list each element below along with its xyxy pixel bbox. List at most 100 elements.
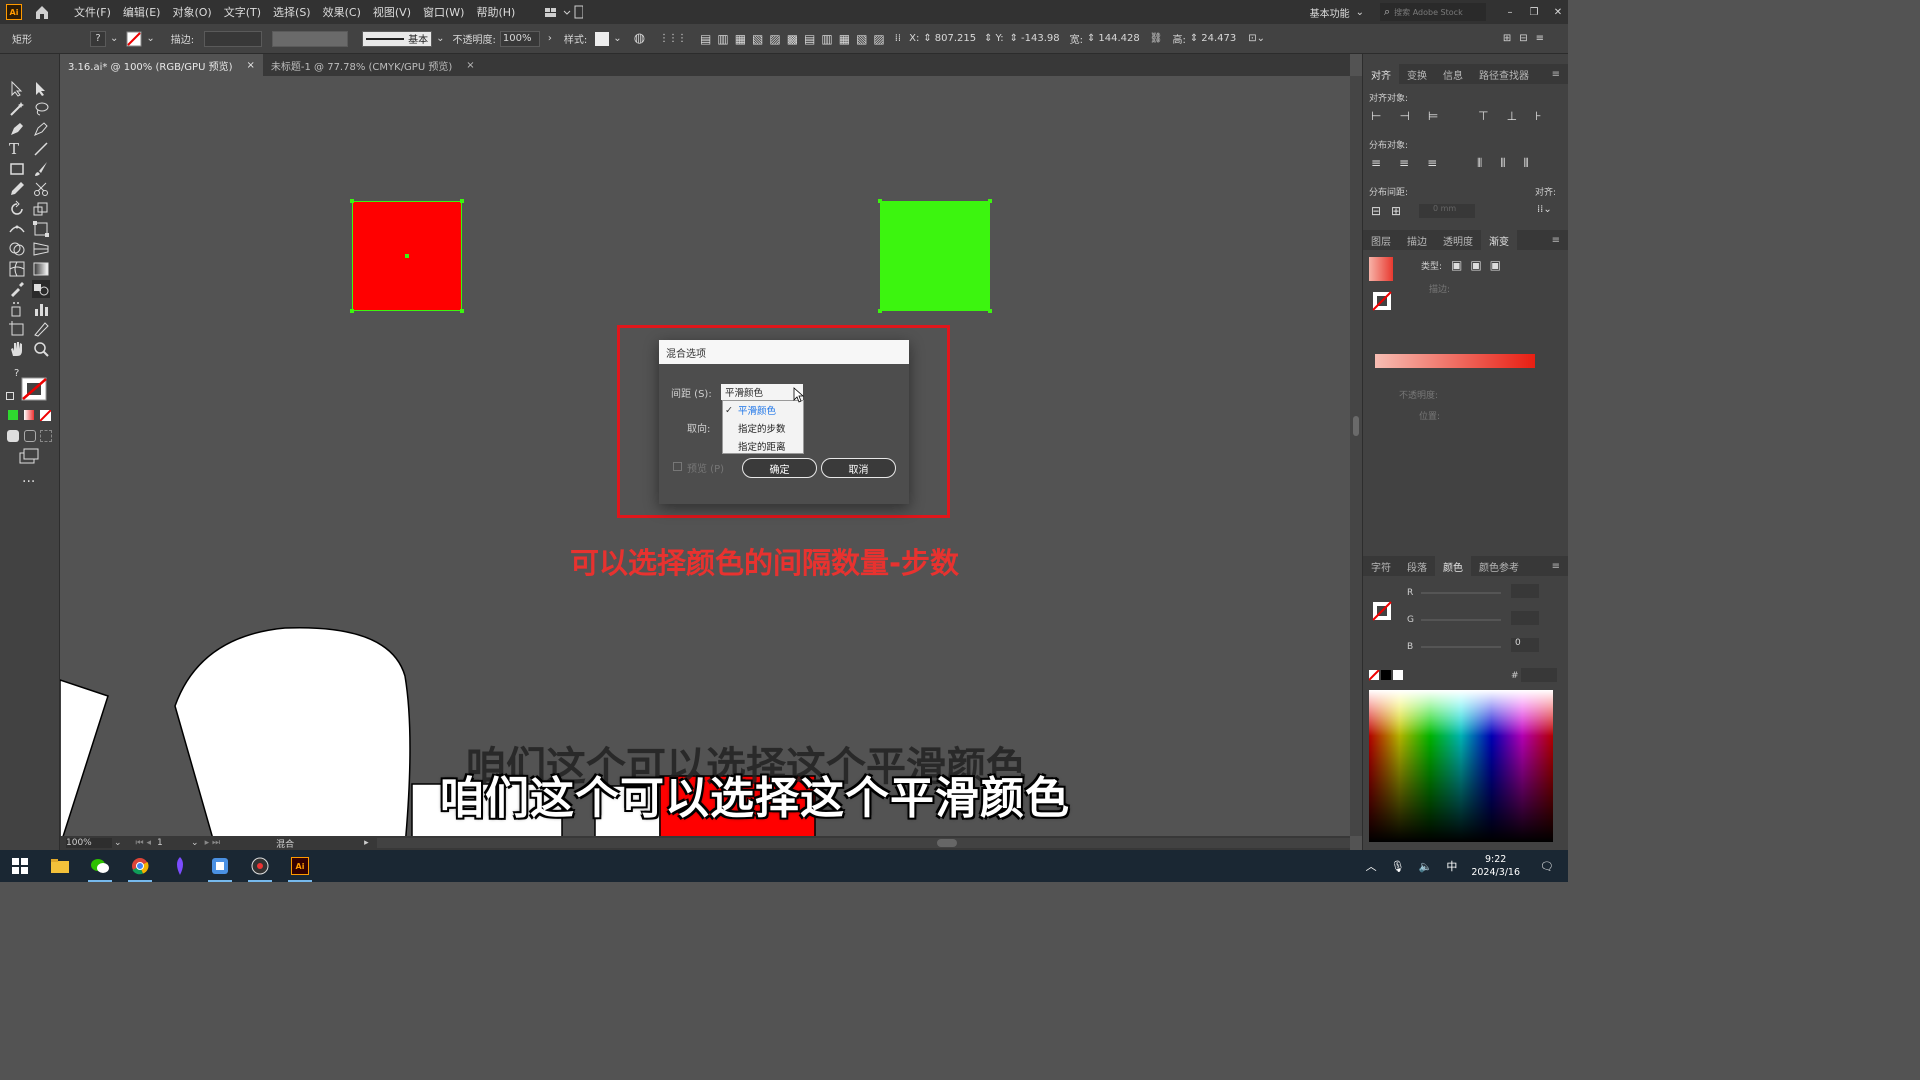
illustrator-taskbar-icon[interactable]: Ai — [280, 850, 320, 882]
selection-handle[interactable] — [878, 309, 882, 313]
line-tool-icon[interactable] — [32, 140, 50, 158]
rectangle-tool-icon[interactable] — [8, 160, 26, 178]
panel-menu-icon[interactable]: ≡ — [1544, 556, 1568, 576]
free-transform-tool-icon[interactable] — [32, 220, 50, 238]
spacing-select[interactable]: 平滑颜色 — [721, 384, 803, 400]
stepper-icon[interactable]: ⇕ — [1190, 33, 1198, 44]
pencil-tool-icon[interactable] — [8, 180, 26, 198]
panel-options-icons[interactable]: ⊞⊟≡ — [1503, 33, 1552, 44]
minimize-icon[interactable]: – — [1500, 7, 1520, 18]
artboard-number[interactable]: 1 — [157, 838, 191, 848]
more-tools-icon[interactable]: ··· — [22, 474, 35, 490]
ok-button[interactable]: 确定 — [742, 458, 817, 478]
align-buttons[interactable]: ▤▥▦▧▨▩▤▥▦▧▨ — [700, 32, 891, 46]
width-tool-icon[interactable] — [8, 220, 26, 238]
gradient-mode-icon[interactable] — [24, 410, 34, 420]
perspective-grid-tool-icon[interactable] — [32, 240, 50, 258]
ime-indicator[interactable]: 中 — [1446, 858, 1457, 874]
gradient-stroke-swatch-icon[interactable] — [1371, 290, 1393, 312]
hand-tool-icon[interactable] — [8, 340, 26, 358]
artboard-tool-icon[interactable] — [8, 320, 26, 338]
tab-align[interactable]: 对齐 — [1363, 64, 1399, 84]
close-icon[interactable]: ✕ — [1548, 7, 1568, 18]
none-mode-icon[interactable] — [40, 410, 51, 421]
graphic-style-swatch[interactable] — [595, 31, 610, 46]
preview-checkbox[interactable] — [673, 462, 682, 471]
start-icon[interactable] — [0, 850, 40, 882]
constrain-link-icon[interactable]: ⛓ — [1150, 33, 1163, 44]
draw-inside-icon[interactable] — [40, 430, 52, 442]
stepper-icon[interactable]: ⇕ — [1087, 33, 1095, 44]
selection-handle[interactable] — [460, 199, 464, 203]
channel-g-slider[interactable] — [1421, 619, 1501, 621]
rotate-tool-icon[interactable] — [8, 200, 26, 218]
chevron-down-icon[interactable]: ⌄ — [146, 33, 154, 44]
color-mode-icon[interactable] — [8, 410, 18, 420]
recolor-globe-icon[interactable]: ◍ — [634, 31, 645, 46]
menu-object[interactable]: 对象(O) — [166, 4, 217, 20]
menu-select[interactable]: 选择(S) — [267, 4, 317, 20]
gradient-swatch[interactable] — [1369, 257, 1393, 281]
vertical-scrollbar[interactable] — [1350, 76, 1362, 836]
red-rectangle[interactable] — [350, 199, 464, 313]
mesh-tool-icon[interactable] — [8, 260, 26, 278]
workspace-switcher[interactable]: 基本功能 — [1310, 5, 1350, 20]
distribute-spacing-buttons[interactable]: ⊟⊞ — [1371, 204, 1411, 218]
stroke-none-swatch-icon[interactable] — [20, 376, 50, 402]
status-menu-icon[interactable]: ▸ — [364, 838, 369, 848]
gradient-slider[interactable] — [1375, 354, 1535, 368]
opacity-input[interactable]: 100% — [499, 30, 540, 47]
notes-app-icon[interactable] — [200, 850, 240, 882]
stepper-icon[interactable]: ⇕ — [984, 33, 992, 44]
zoom-field[interactable]: 100% — [66, 838, 112, 848]
x-input[interactable]: 807.215 — [935, 33, 976, 44]
selection-tool-icon[interactable] — [8, 80, 26, 98]
scale-tool-icon[interactable] — [32, 200, 50, 218]
symbol-sprayer-tool-icon[interactable] — [8, 300, 26, 318]
draw-behind-icon[interactable] — [24, 430, 36, 442]
selection-handle[interactable] — [878, 199, 882, 203]
zoom-tool-icon[interactable] — [32, 340, 50, 358]
wechat-icon[interactable] — [80, 850, 120, 882]
selection-handle[interactable] — [350, 199, 354, 203]
channel-b-slider[interactable] — [1421, 646, 1501, 648]
menu-file[interactable]: 文件(F) — [68, 4, 117, 20]
paintbrush-tool-icon[interactable] — [32, 160, 50, 178]
option-specified-distance[interactable]: 指定的距离 — [723, 437, 803, 455]
tab-gradient[interactable]: 渐变 — [1481, 230, 1517, 250]
align-to-icon[interactable]: ⋮⋮⋮ — [659, 33, 687, 44]
tab-paragraph[interactable]: 段落 — [1399, 556, 1435, 576]
variable-width-profile[interactable] — [272, 30, 349, 47]
channel-r-slider[interactable] — [1421, 592, 1501, 594]
tab-info[interactable]: 信息 — [1435, 64, 1471, 84]
channel-b-input[interactable]: 0 — [1511, 638, 1539, 652]
first-artboard-icon[interactable]: ⏮ ◂ — [136, 838, 151, 848]
direct-selection-tool-icon[interactable] — [32, 80, 50, 98]
feather-app-icon[interactable] — [160, 850, 200, 882]
file-explorer-icon[interactable] — [40, 850, 80, 882]
w-input[interactable]: 144.428 — [1098, 33, 1139, 44]
channel-r-input[interactable] — [1511, 584, 1539, 598]
align-object-buttons[interactable]: ⊢⊣⊨ ⊤⊥⊦ — [1371, 109, 1559, 123]
menu-edit[interactable]: 编辑(E) — [117, 4, 167, 20]
scroll-thumb[interactable] — [1353, 416, 1359, 436]
chevron-down-icon[interactable]: ⌄ — [613, 33, 621, 44]
pen-tool-icon[interactable] — [8, 120, 26, 138]
color-spectrum[interactable] — [1369, 690, 1553, 842]
stepper-icon[interactable]: ⇕ — [1010, 33, 1018, 44]
curvature-tool-icon[interactable] — [32, 120, 50, 138]
fill-swatch[interactable]: ? — [90, 30, 106, 47]
channel-g-input[interactable] — [1511, 611, 1539, 625]
chevron-down-icon[interactable]: ⌄ — [110, 33, 118, 44]
screen-mode-icon[interactable] — [18, 448, 40, 464]
align-to-selection-icon[interactable]: ⁞⁞⌄ — [1537, 204, 1552, 215]
home-icon[interactable] — [32, 4, 52, 20]
spacing-value-input[interactable]: 0 mm — [1419, 204, 1475, 218]
brush-definition[interactable]: 基本 — [362, 30, 433, 47]
recorder-app-icon[interactable] — [240, 850, 280, 882]
option-smooth-color[interactable]: ✓ 平滑颜色 — [723, 401, 803, 419]
shape-builder-tool-icon[interactable] — [8, 240, 26, 258]
arrange-documents-icon[interactable] — [543, 5, 584, 19]
chrome-icon[interactable] — [120, 850, 160, 882]
close-tab-icon[interactable]: × — [466, 60, 474, 71]
